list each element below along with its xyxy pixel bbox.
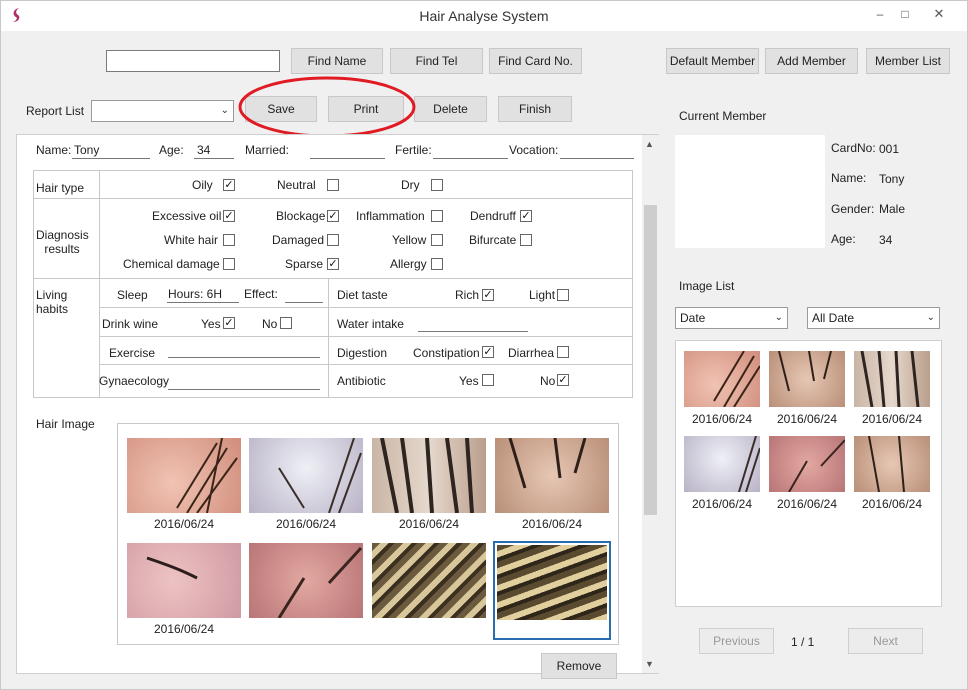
image-list-thumb[interactable] [684, 351, 760, 407]
image-list-thumb[interactable] [854, 351, 930, 407]
member-card-value: 001 [879, 142, 900, 156]
inflammation-checkbox[interactable] [431, 210, 443, 222]
scroll-thumb[interactable] [644, 205, 657, 515]
find-name-button[interactable]: Find Name [291, 48, 383, 74]
chevron-down-icon: ⌄ [774, 312, 783, 323]
hair-image-thumb[interactable] [249, 543, 363, 618]
dry-checkbox[interactable] [431, 179, 443, 191]
allergy-checkbox[interactable] [431, 258, 443, 270]
rich-checkbox[interactable]: ✓ [482, 289, 494, 301]
chevron-down-icon: ⌄ [220, 105, 229, 116]
living-habits-label: Living habits [36, 288, 69, 316]
constipation-checkbox[interactable]: ✓ [482, 346, 494, 358]
image-list-thumb[interactable] [854, 436, 930, 492]
yellow-checkbox[interactable] [431, 234, 443, 246]
age-field[interactable]: 34 [197, 143, 210, 157]
excessive-oil-checkbox[interactable]: ✓ [223, 210, 235, 222]
hair-image-thumb[interactable] [372, 543, 486, 618]
date-filter-select[interactable]: Date ⌄ [675, 307, 788, 329]
white-hair-checkbox[interactable] [223, 234, 235, 246]
report-list-select[interactable]: ⌄ [91, 100, 234, 122]
name-label: Name: [36, 143, 72, 157]
bifurcate-checkbox[interactable] [520, 234, 532, 246]
find-card-button[interactable]: Find Card No. [489, 48, 582, 74]
chemical-damage-checkbox[interactable] [223, 258, 235, 270]
hair-image-thumb[interactable] [372, 438, 486, 513]
finish-button[interactable]: Finish [498, 96, 572, 122]
default-member-button[interactable]: Default Member [666, 48, 759, 74]
drink-yes-checkbox[interactable]: ✓ [223, 317, 235, 329]
fertile-label: Fertile: [395, 143, 432, 157]
hair-image-thumb[interactable] [495, 438, 609, 513]
report-list-label: Report List [26, 104, 85, 118]
search-input[interactable] [106, 50, 280, 72]
hair-image-thumb-selected[interactable] [493, 541, 611, 640]
add-member-button[interactable]: Add Member [765, 48, 858, 74]
member-age-value: 34 [879, 233, 893, 247]
member-gender-value: Male [879, 202, 906, 216]
image-list-thumb[interactable] [769, 351, 845, 407]
neutral-checkbox[interactable] [327, 179, 339, 191]
scroll-down-icon[interactable]: ▼ [645, 659, 654, 669]
hair-image-thumb[interactable] [127, 543, 241, 618]
next-button[interactable]: Next [848, 628, 923, 654]
sparse-checkbox[interactable]: ✓ [327, 258, 339, 270]
vocation-label: Vocation: [509, 143, 559, 157]
name-field[interactable]: Tony [74, 143, 99, 157]
app-window: Hair Analyse System – □ ✕ Find Name Find… [0, 0, 968, 690]
member-name-value: Tony [879, 172, 905, 186]
hair-image-grid: 2016/06/24 2016/06/24 2016/06/24 2016/06… [117, 423, 619, 645]
all-date-select[interactable]: All Date ⌄ [807, 307, 940, 329]
diagnosis-label: Diagnosis results [36, 228, 89, 256]
light-checkbox[interactable] [557, 289, 569, 301]
image-list-panel: 2016/06/24 2016/06/24 2016/06/24 2016/06… [675, 340, 942, 607]
minimize-button[interactable]: – [866, 5, 894, 23]
blockage-checkbox[interactable]: ✓ [327, 210, 339, 222]
age-label: Age: [159, 143, 184, 157]
find-tel-button[interactable]: Find Tel [390, 48, 483, 74]
antibiotic-yes-checkbox[interactable] [482, 374, 494, 386]
annotation-circle [238, 76, 416, 138]
report-form-panel: ▲ ▼ Name: Tony Age: 34 Married: Fertile:… [16, 134, 659, 679]
member-list-button[interactable]: Member List [866, 48, 950, 74]
diarrhea-checkbox[interactable] [557, 346, 569, 358]
antibiotic-no-checkbox[interactable]: ✓ [557, 374, 569, 386]
image-list-section: Image List [675, 275, 797, 297]
vertical-scrollbar[interactable]: ▲ ▼ [642, 135, 659, 673]
window-title: Hair Analyse System [419, 8, 549, 24]
close-button[interactable]: ✕ [925, 5, 953, 23]
maximize-button[interactable]: □ [891, 5, 919, 23]
hair-image-thumb[interactable] [249, 438, 363, 513]
image-list-thumb[interactable] [769, 436, 845, 492]
married-label: Married: [245, 143, 290, 157]
dendruff-checkbox[interactable]: ✓ [520, 210, 532, 222]
delete-button[interactable]: Delete [414, 96, 487, 122]
title-bar: Hair Analyse System – □ ✕ [1, 1, 967, 31]
oily-checkbox[interactable]: ✓ [223, 179, 235, 191]
image-list-thumb[interactable] [684, 436, 760, 492]
current-member-section: Current Member [675, 105, 797, 127]
hair-image-label: Hair Image [36, 417, 95, 431]
drink-no-checkbox[interactable] [280, 317, 292, 329]
scroll-up-icon[interactable]: ▲ [645, 139, 654, 149]
hair-type-label: Hair type [36, 181, 85, 195]
hair-image-thumb[interactable] [127, 438, 241, 513]
chevron-down-icon: ⌄ [926, 312, 935, 323]
remove-button[interactable]: Remove [541, 653, 617, 679]
previous-button[interactable]: Previous [699, 628, 774, 654]
sleep-hours-field[interactable]: Hours: 6H [168, 287, 222, 301]
damaged-checkbox[interactable] [327, 234, 339, 246]
member-photo [675, 135, 825, 248]
page-indicator: 1 / 1 [791, 635, 815, 649]
